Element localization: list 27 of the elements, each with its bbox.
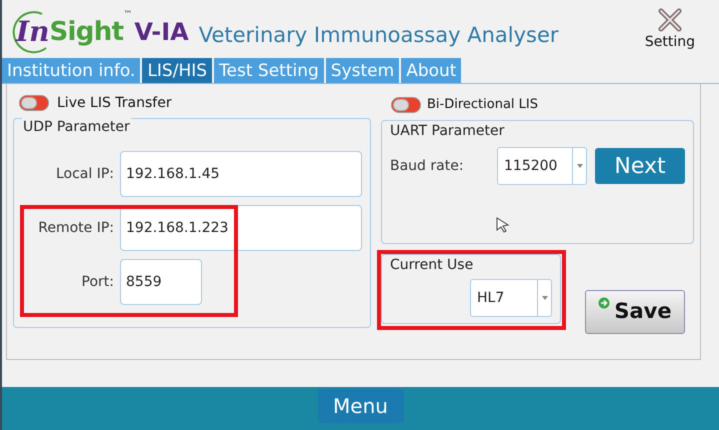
next-button[interactable]: Next [595,148,685,184]
cursor-icon [496,217,510,233]
settings-icon [658,8,682,32]
app-title: Veterinary Immunoassay Analyser [198,22,559,50]
field-label: Local IP: [54,164,115,184]
input-field[interactable]: 192.168.1.45 [120,151,362,197]
arrow-icon [598,297,610,309]
toggle-label: Bi-Directional LIS [427,96,538,114]
input-field[interactable]: 192.168.1.223 [120,205,362,251]
group-title: UART Parameter [390,122,504,141]
caret-icon [576,164,582,168]
setting-button[interactable]: Setting [644,8,695,53]
toggle-switch[interactable] [19,95,49,111]
menu-button[interactable]: Menu [318,389,404,423]
toggle-switch[interactable] [391,97,421,113]
group-title: Current Use [390,256,474,275]
field-label: Port: [80,272,115,292]
input-field[interactable]: 8559 [120,259,202,305]
dropdown-field[interactable]: HL7 [470,279,552,317]
toggle-label: Live LIS Transfer [57,94,172,112]
save-button[interactable]: Save [585,290,685,334]
field-label: Baud rate: [390,156,465,176]
tab[interactable]: LIS/HIS [142,58,212,83]
field-label: Remote IP: [37,218,115,238]
caret-icon [542,296,548,300]
dropdown-field[interactable]: 115200 [497,147,587,185]
logo: InSight ™ V-IA [12,9,189,55]
